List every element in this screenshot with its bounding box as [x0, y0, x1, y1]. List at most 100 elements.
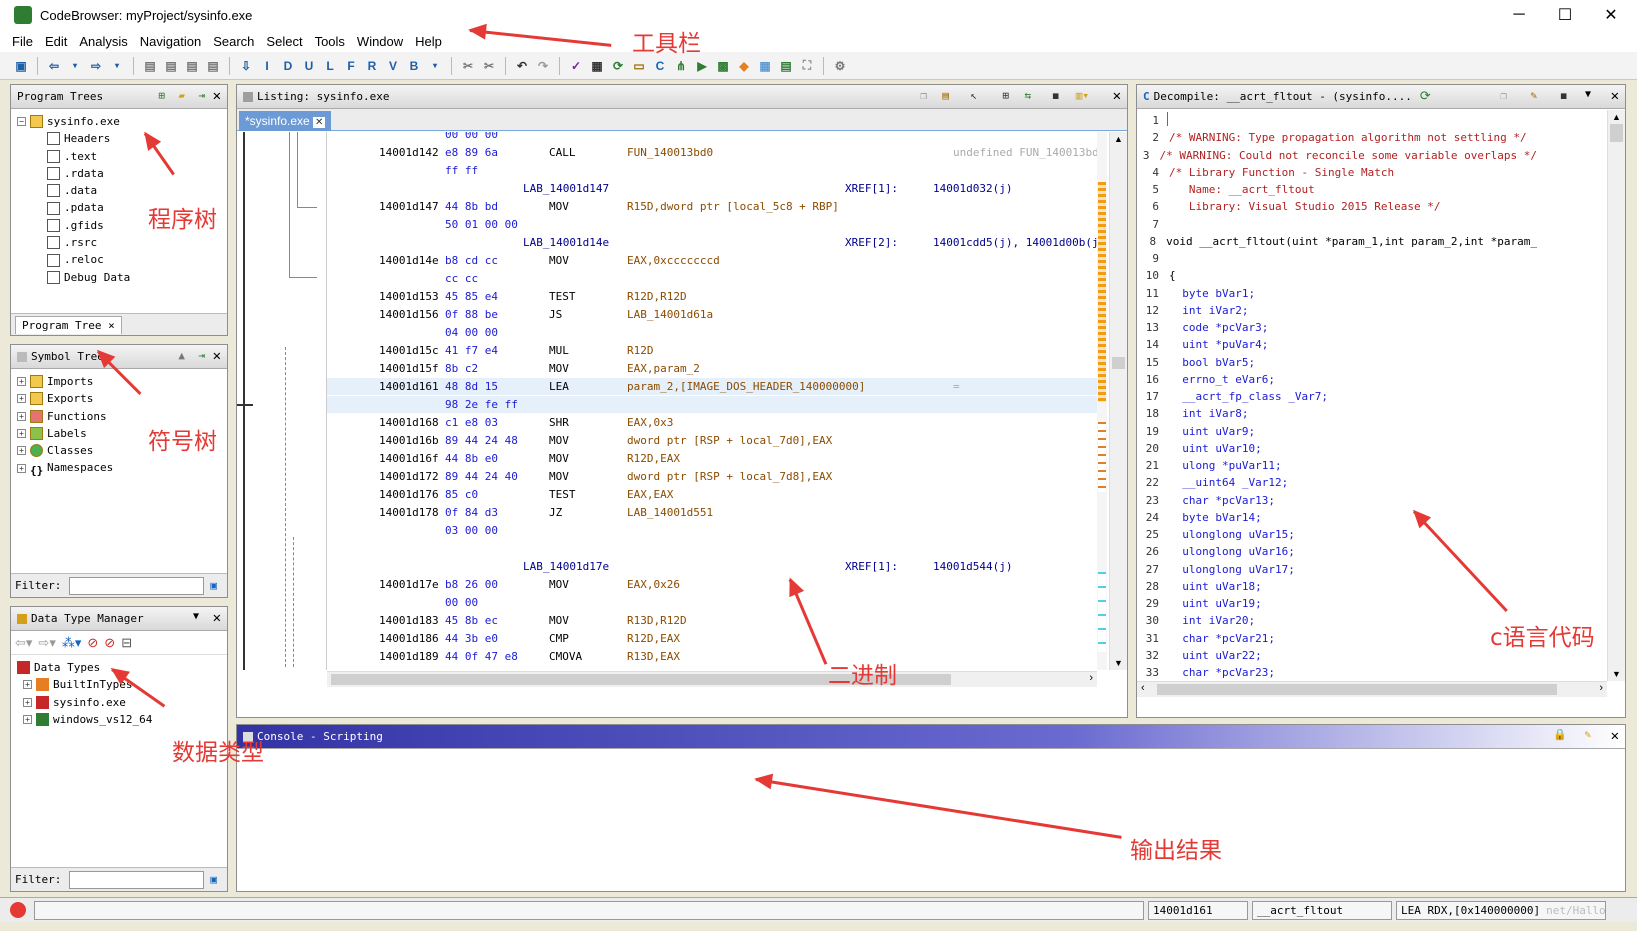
- decompile-horizontal-scrollbar[interactable]: ‹ ›: [1137, 681, 1607, 697]
- cursor-highlight-icon[interactable]: ↖: [970, 89, 977, 102]
- decompile-line[interactable]: 10 {: [1137, 267, 1537, 284]
- down-arrow-icon[interactable]: ⇩: [237, 57, 255, 75]
- listing-row[interactable]: 14001d147 44 8b bd MOV R15D,dword ptr [loca…: [327, 198, 1097, 215]
- expand-icon[interactable]: +: [17, 429, 26, 439]
- decompile-line[interactable]: 9: [1137, 250, 1537, 267]
- nav-instruction-icon[interactable]: ▤: [162, 57, 180, 75]
- filter-options-icon[interactable]: ▣: [210, 579, 217, 592]
- listing-row[interactable]: 03 00 00: [327, 522, 1097, 539]
- menu-dropdown-icon[interactable]: ▼: [193, 611, 199, 622]
- tree-item[interactable]: .rdata: [17, 165, 227, 182]
- defined-data-icon[interactable]: ▭: [630, 57, 648, 75]
- listing-horizontal-scrollbar[interactable]: ›: [327, 671, 1097, 687]
- decompile-line[interactable]: 26 ulonglong uVar16;: [1137, 543, 1537, 560]
- tree-item[interactable]: .text: [17, 148, 227, 165]
- tab-sysinfo[interactable]: *sysinfo.exe ✕: [239, 111, 332, 131]
- tree-item[interactable]: Headers: [17, 130, 227, 147]
- decompile-line[interactable]: 6 Library: Visual Studio 2015 Release */: [1137, 198, 1537, 215]
- expand-icon[interactable]: +: [23, 715, 32, 725]
- tree-item[interactable]: + sysinfo.exe: [17, 694, 227, 711]
- decompile-line[interactable]: 2 /* WARNING: Type propagation algorithm …: [1137, 129, 1537, 146]
- filter-pointers-icon[interactable]: ⊘: [104, 635, 115, 651]
- tree-item[interactable]: .rsrc: [17, 234, 227, 251]
- decompile-vertical-scrollbar[interactable]: ▲ ▼: [1607, 110, 1625, 681]
- close-window-button[interactable]: ✕: [1588, 0, 1634, 30]
- close-tab-icon[interactable]: ✕: [313, 117, 326, 128]
- clear-flow-icon[interactable]: ✂: [459, 57, 477, 75]
- decompile-line[interactable]: 24 byte bVar14;: [1137, 509, 1537, 526]
- diff-icon[interactable]: ⇆: [1024, 89, 1031, 102]
- menu-window[interactable]: Window: [357, 34, 403, 49]
- maximize-button[interactable]: ☐: [1542, 0, 1588, 30]
- listing-row[interactable]: 14001d15c 41 f7 e4 MUL R12D: [327, 342, 1097, 359]
- clear-console-icon[interactable]: ✎: [1584, 728, 1591, 741]
- listing-row[interactable]: 14001d16b 89 44 24 48 MOV dword ptr [RSP + …: [327, 432, 1097, 449]
- forward-arrow-icon[interactable]: ⇨▾: [38, 635, 55, 651]
- edit-icon[interactable]: ✎: [1530, 89, 1537, 102]
- refresh-icon[interactable]: ⟳: [1420, 89, 1431, 104]
- next-instruction-icon[interactable]: I: [258, 57, 276, 75]
- listing-row[interactable]: 14001d153 45 85 e4 TEST R12D,R12D: [327, 288, 1097, 305]
- listing-row[interactable]: 14001d17e b8 26 00 MOV EAX,0x26: [327, 576, 1097, 593]
- open-tree-icon[interactable]: ▰: [178, 89, 185, 102]
- decompile-line[interactable]: 7: [1137, 216, 1537, 233]
- expand-icon[interactable]: +: [23, 680, 32, 690]
- decompile-line[interactable]: 4 /* Library Function - Single Match: [1137, 164, 1537, 181]
- function-call-graph-icon[interactable]: ⋔: [672, 57, 690, 75]
- copy-icon[interactable]: ❐: [1500, 89, 1507, 102]
- function-graph-icon[interactable]: ⟳: [609, 57, 627, 75]
- listing-row[interactable]: 14001d14e b8 cd cc MOV EAX,0xcccccccd: [327, 252, 1097, 269]
- listing-row[interactable]: 14001d168 c1 e8 03 SHR EAX,0x3: [327, 414, 1097, 431]
- close-icon[interactable]: ✕: [213, 610, 221, 626]
- decompile-line[interactable]: 30 int iVar20;: [1137, 612, 1537, 629]
- menu-tools[interactable]: Tools: [315, 34, 345, 49]
- listing-row[interactable]: 14001d15f 8b c2 MOV EAX,param_2: [327, 360, 1097, 377]
- next-label-icon[interactable]: L: [321, 57, 339, 75]
- options-icon[interactable]: ▥▾: [1076, 89, 1089, 102]
- listing-row[interactable]: 14001d161 48 8d 15 LEA param_2,[IMAGE_DOS_H…: [327, 378, 1097, 395]
- tree-item-exports[interactable]: + Exports: [17, 390, 227, 407]
- tree-item-namespaces[interactable]: +{} Namespaces: [17, 459, 227, 477]
- run-script-icon[interactable]: ▶: [693, 57, 711, 75]
- expand-icon[interactable]: +: [17, 446, 26, 456]
- tree-options-icon[interactable]: ⁂▾: [62, 635, 82, 651]
- listing-row[interactable]: 14001d172 89 44 24 40 MOV dword ptr [RSP + …: [327, 468, 1097, 485]
- nav-data-icon[interactable]: ▤: [141, 57, 159, 75]
- collapse-all-icon[interactable]: ⊟: [121, 635, 132, 651]
- listing-row[interactable]: LAB_14001d14e XREF[2]: 14001cdd5(j), 14001…: [327, 234, 1097, 251]
- snapshot-icon[interactable]: ◼: [1560, 89, 1567, 102]
- decompile-line[interactable]: 21 ulong *puVar11;: [1137, 457, 1537, 474]
- close-icon[interactable]: ✕: [1611, 88, 1619, 104]
- listing-row[interactable]: 00 00 00: [327, 132, 1097, 143]
- decompiled-code[interactable]: 1 2/* WARNING: Type propagation algorithm…: [1137, 110, 1537, 681]
- paste-icon[interactable]: ▤: [942, 89, 949, 102]
- listing-row[interactable]: LAB_14001d147 XREF[1]: 14001d032(j): [327, 180, 1097, 197]
- tree-item[interactable]: Debug Data: [17, 269, 227, 286]
- table-icon[interactable]: ▦: [756, 57, 774, 75]
- tree-root[interactable]: − sysinfo.exe: [17, 113, 227, 130]
- bytes-viewer-icon[interactable]: ▦: [588, 57, 606, 75]
- listing-row[interactable]: 14001d178 0f 84 d3 JZ LAB_14001d551: [327, 504, 1097, 521]
- decompile-line[interactable]: 15 bool bVar5;: [1137, 354, 1537, 371]
- undo-icon[interactable]: ↶: [513, 57, 531, 75]
- go-icon[interactable]: ⇥: [198, 349, 205, 362]
- forward-arrow-icon[interactable]: ⇨: [87, 57, 105, 75]
- checkmark-icon[interactable]: ✓: [567, 57, 585, 75]
- back-arrow-icon[interactable]: ⇦▾: [15, 635, 32, 651]
- decompile-line[interactable]: 20 uint uVar10;: [1137, 440, 1537, 457]
- lock-icon[interactable]: 🔒: [1553, 728, 1567, 741]
- listing-row[interactable]: 14001d156 0f 88 be JS LAB_14001d61a: [327, 306, 1097, 323]
- listing-code[interactable]: 00 00 00 14001d142 e8 89 6a CALL FUN_140013b…: [327, 132, 1097, 670]
- filter-options-icon[interactable]: ▣: [210, 873, 217, 886]
- decompile-line[interactable]: 23 char *pcVar13;: [1137, 492, 1537, 509]
- tree-item[interactable]: .data: [17, 182, 227, 199]
- listing-row[interactable]: 04 00 00: [327, 324, 1097, 341]
- create-namespace-icon[interactable]: ▲: [178, 349, 185, 362]
- tab-program-tree[interactable]: Program Tree ×: [15, 316, 122, 334]
- close-icon[interactable]: ✕: [213, 88, 221, 104]
- next-bookmark-icon[interactable]: B: [405, 57, 423, 75]
- decompile-line[interactable]: 33 char *pcVar23;: [1137, 664, 1537, 681]
- decompile-line[interactable]: 19 uint uVar9;: [1137, 423, 1537, 440]
- decompile-line[interactable]: 18 int iVar8;: [1137, 405, 1537, 422]
- expand-icon[interactable]: +: [23, 697, 32, 707]
